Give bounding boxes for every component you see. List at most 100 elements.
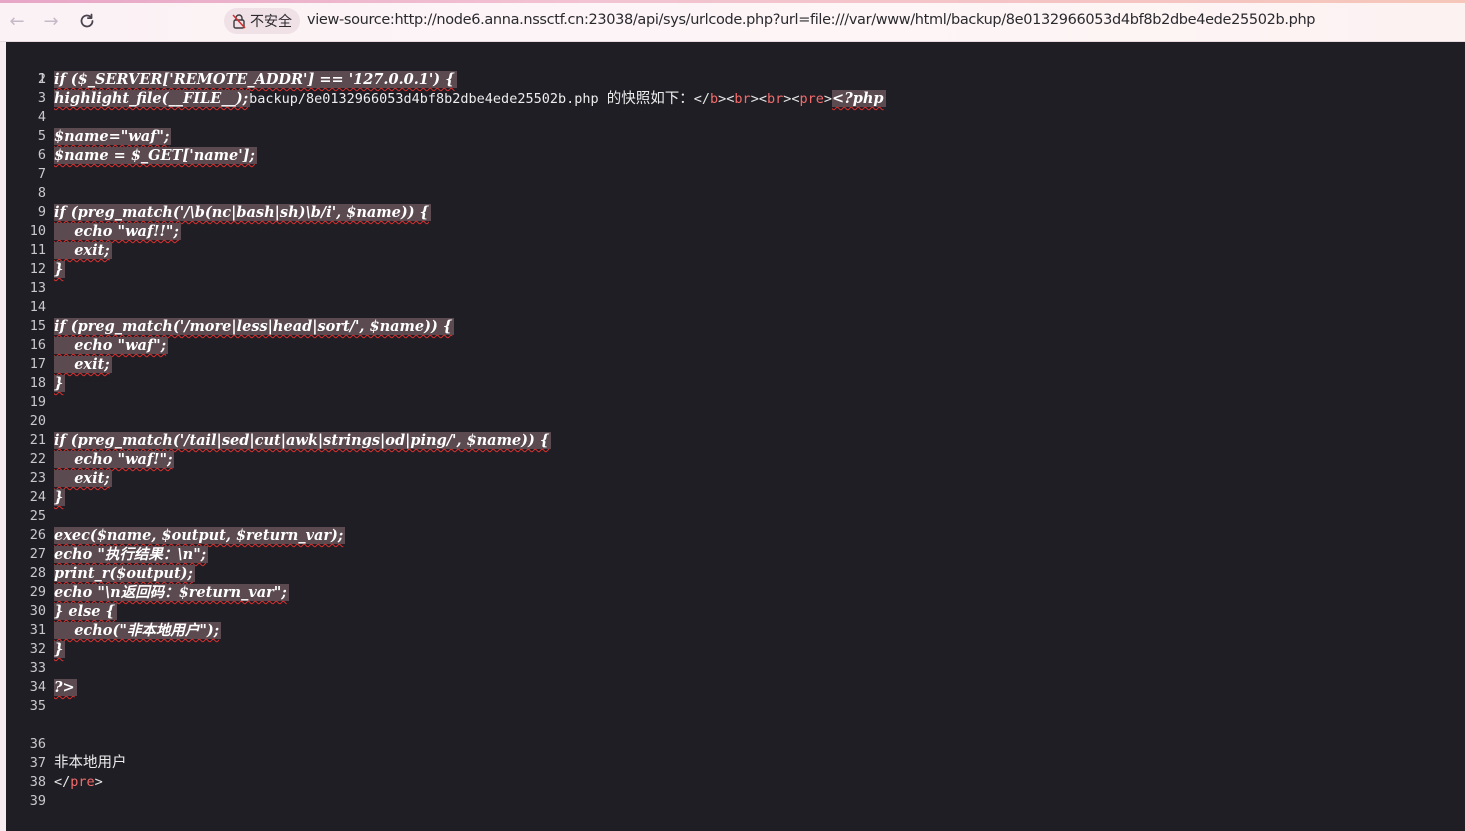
html-tag-name: b	[710, 91, 719, 107]
rendered-output-text: 非本地用户	[54, 755, 127, 771]
line-number: 8	[37, 185, 46, 201]
tag-bracket: >	[823, 91, 833, 107]
line-content: }	[54, 374, 66, 394]
line-content: }	[54, 260, 66, 280]
line-content: echo "waf!";	[54, 450, 175, 470]
line-content: highlight_file(__FILE__);	[54, 89, 251, 109]
highlighted-php-code: }	[54, 641, 66, 658]
line-content: if ($_SERVER['REMOTE_ADDR'] == '127.0.0.…	[54, 70, 457, 90]
line-content: $name = $_GET['name'];	[54, 146, 257, 166]
line-number: 3	[37, 90, 46, 106]
html-tag-name: br	[734, 91, 751, 107]
highlighted-php-code: if (preg_match('/tail|sed|cut|awk|string…	[54, 432, 552, 449]
forward-arrow-icon[interactable]: →	[40, 10, 62, 32]
html-tag-name: pre	[799, 91, 824, 107]
highlighted-php-code: if (preg_match('/more|less|head|sort/', …	[54, 318, 455, 335]
line-number: 29	[29, 584, 46, 600]
view-source-panel: 1 <b>file:///var/www/html/backup/8e01329…	[6, 42, 1465, 831]
line-number: 2	[37, 71, 46, 87]
reload-icon-svg	[80, 13, 94, 28]
highlighted-php-code: highlight_file(__FILE__);	[54, 90, 251, 107]
site-security-chip[interactable]: 不安全	[224, 8, 300, 34]
line-content: ?>	[54, 678, 77, 698]
source-line: 37 </pre>	[6, 735, 103, 790]
highlighted-php-code: echo("非本地用户");	[54, 622, 222, 639]
line-content: </pre>	[54, 773, 103, 792]
line-number: 30	[29, 603, 46, 619]
highlighted-php-code: exit;	[54, 356, 112, 373]
highlighted-php-code: echo "\n返回码：$return_var";	[54, 584, 289, 601]
line-number: 31	[29, 622, 46, 638]
php-open-tag: <?php	[832, 90, 886, 107]
html-tag-name: pre	[70, 774, 95, 790]
tag-bracket: </	[693, 91, 710, 107]
line-number: 34	[29, 679, 46, 695]
line-content: echo "waf!!";	[54, 222, 181, 242]
source-line: 36 非本地用户	[6, 716, 127, 771]
line-number: 39	[29, 793, 46, 809]
highlighted-php-code: exit;	[54, 242, 112, 259]
back-arrow-icon[interactable]: ←	[6, 10, 28, 32]
line-content: echo "执行结果：\n";	[54, 545, 209, 565]
line-content: exit;	[54, 241, 112, 261]
highlighted-php-code: print_r($output);	[54, 565, 195, 582]
highlighted-php-code: exec($name, $output, $return_var);	[54, 527, 346, 544]
insecure-lock-icon	[232, 14, 246, 29]
line-number: 19	[29, 394, 46, 410]
highlighted-php-code: ?>	[54, 679, 77, 696]
line-number: 10	[29, 223, 46, 239]
line-number: 35	[29, 698, 46, 714]
highlighted-php-code: exit;	[54, 470, 112, 487]
line-number: 24	[29, 489, 46, 505]
toolbar-accent-strip	[0, 0, 1465, 3]
line-number: 18	[29, 375, 46, 391]
line-content: echo("非本地用户");	[54, 621, 222, 641]
line-content: print_r($output);	[54, 564, 195, 584]
line-number: 14	[29, 299, 46, 315]
line-content: exit;	[54, 469, 112, 489]
line-content: exit;	[54, 355, 112, 375]
line-number: 28	[29, 565, 46, 581]
highlighted-php-code: echo "执行结果：\n";	[54, 546, 209, 563]
line-number: 15	[29, 318, 46, 334]
line-number: 7	[37, 166, 46, 182]
line-content: $name="waf";	[54, 127, 172, 147]
security-label: 不安全	[250, 14, 292, 30]
highlighted-php-code: if (preg_match('/\b(nc|bash|sh)\b/i', $n…	[54, 204, 431, 221]
tag-bracket: </	[54, 774, 71, 790]
snapshot-caption-text: 的快照如下：	[606, 91, 694, 107]
line-number: 9	[37, 204, 46, 220]
browser-toolbar: ← → 不安全 view-source:http://node6.anna.ns…	[0, 0, 1465, 42]
line-content: echo "waf";	[54, 336, 169, 356]
highlighted-php-code: echo "waf!";	[54, 451, 175, 468]
highlighted-php-code: }	[54, 375, 66, 392]
highlighted-php-code: if ($_SERVER['REMOTE_ADDR'] == '127.0.0.…	[54, 71, 457, 88]
line-number: 12	[29, 261, 46, 277]
line-content: if (preg_match('/more|less|head|sort/', …	[54, 317, 455, 337]
tag-bracket: >	[94, 774, 103, 790]
line-number: 4	[37, 109, 46, 125]
line-number: 25	[29, 508, 46, 524]
tag-bracket: >	[750, 91, 759, 107]
line-number: 23	[29, 470, 46, 486]
highlighted-php-code: }	[54, 261, 66, 278]
line-content: }	[54, 640, 66, 660]
line-number: 13	[29, 280, 46, 296]
highlighted-php-code: }	[54, 489, 66, 506]
line-content: if (preg_match('/\b(nc|bash|sh)\b/i', $n…	[54, 203, 431, 223]
line-content: if (preg_match('/tail|sed|cut|awk|string…	[54, 431, 552, 451]
line-content: } else {	[54, 602, 117, 622]
highlighted-php-code: $name="waf";	[54, 128, 172, 145]
line-number: 33	[29, 660, 46, 676]
line-number: 21	[29, 432, 46, 448]
source-line: 1 <b>file:///var/www/html/backup/8e01329…	[6, 51, 886, 107]
tag-bracket: <	[758, 91, 767, 107]
line-number: 6	[37, 147, 46, 163]
source-line: 39	[6, 773, 46, 809]
highlighted-php-code: echo "waf!!";	[54, 223, 181, 240]
highlighted-php-code: $name = $_GET['name'];	[54, 147, 257, 164]
address-bar-url[interactable]: view-source:http://node6.anna.nssctf.cn:…	[307, 12, 1315, 28]
reload-icon[interactable]	[76, 10, 98, 32]
line-content: exec($name, $output, $return_var);	[54, 526, 346, 546]
line-number: 27	[29, 546, 46, 562]
